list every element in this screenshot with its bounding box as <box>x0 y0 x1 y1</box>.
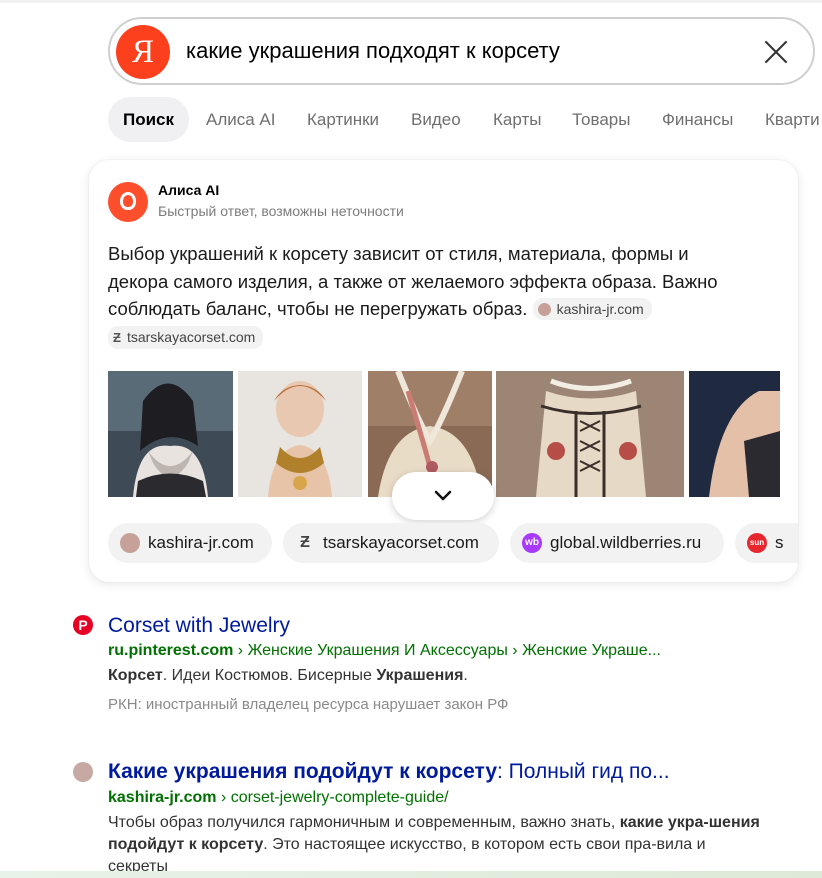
search-input[interactable]: какие украшения подходят к корсету <box>186 38 560 64</box>
source-chips: kashira-jr.com Ƶ tsarskayacorset.com wb … <box>108 523 798 563</box>
source-chip-wildberries[interactable]: wb global.wildberries.ru <box>510 523 724 563</box>
z-logo-icon: Ƶ <box>113 329 121 345</box>
tab-apartments[interactable]: Кварти <box>765 97 820 142</box>
alice-title: Алиса AI <box>158 182 220 198</box>
kashira-favicon-icon <box>120 533 140 553</box>
tab-products[interactable]: Товары <box>572 97 630 142</box>
result-url[interactable]: kashira-jr.com › corset-jewelry-complete… <box>108 789 449 807</box>
alice-ai-answer-card: Алиса AI Быстрый ответ, возможны неточно… <box>89 160 798 582</box>
source-chip-tsarskayacorset[interactable]: Ƶ tsarskayacorset.com <box>283 523 499 563</box>
source-chip-sunlight[interactable]: sun s <box>735 523 798 563</box>
alice-answer-text: Выбор украшений к корсету зависит от сти… <box>108 240 748 350</box>
tab-video[interactable]: Видео <box>411 97 461 142</box>
wb-icon: wb <box>522 533 542 553</box>
result-snippet: Корсет. Идеи Костюмов. Бисерные Украшени… <box>108 667 468 684</box>
chevron-down-icon <box>434 490 452 501</box>
clear-search-icon[interactable] <box>763 39 789 65</box>
z-logo-icon: Ƶ <box>300 534 310 551</box>
tab-maps[interactable]: Карты <box>493 97 541 142</box>
search-bar[interactable]: Я какие украшения подходят к корсету <box>108 17 815 85</box>
result-snippet: Чтобы образ получился гармоничным и совр… <box>108 814 760 875</box>
sunlight-icon: sun <box>747 533 767 553</box>
result-title-link[interactable]: Corset with Jewelry <box>108 614 290 638</box>
result-url[interactable]: ru.pinterest.com › Женские Украшения И А… <box>108 642 661 660</box>
expand-answer-button[interactable] <box>392 472 494 520</box>
source-chip-kashira[interactable]: kashira-jr.com <box>108 523 272 563</box>
pinterest-icon: P <box>73 615 93 635</box>
tab-alice-ai[interactable]: Алиса AI <box>206 97 276 142</box>
alice-logo-icon <box>108 182 148 222</box>
tab-images[interactable]: Картинки <box>307 97 379 142</box>
result-title-link[interactable]: Какие украшения подойдут к корсету: Полн… <box>108 760 670 784</box>
image-thumbnail[interactable] <box>689 371 780 497</box>
inline-source-chip[interactable]: Ƶtsarskayacorset.com <box>108 325 264 349</box>
image-thumbnail[interactable] <box>238 371 362 497</box>
kashira-favicon-icon <box>537 303 551 316</box>
alice-subtitle: Быстрый ответ, возможны неточности <box>158 203 404 219</box>
rkn-warning: РКН: иностранный владелец ресурса наруша… <box>108 696 509 713</box>
browser-top-border <box>0 0 822 3</box>
page-bottom-strip <box>0 871 822 878</box>
image-thumbnail[interactable] <box>496 371 684 497</box>
kashira-icon <box>73 762 93 782</box>
tab-search[interactable]: Поиск <box>108 97 190 142</box>
inline-source-chip[interactable]: kashira-jr.com <box>532 298 652 320</box>
yandex-logo-icon[interactable]: Я <box>116 25 170 79</box>
image-thumbnail[interactable] <box>108 371 233 497</box>
tab-finance[interactable]: Финансы <box>662 97 733 142</box>
